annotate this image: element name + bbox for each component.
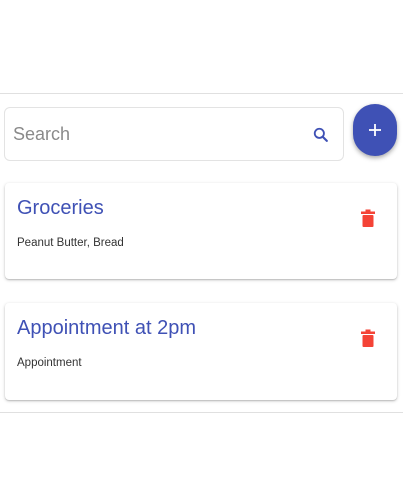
notes-screen: Groceries Peanut Butter, Bread Appointme… (0, 0, 403, 500)
plus-icon (369, 124, 381, 136)
bottom-divider (0, 412, 403, 413)
note-card[interactable]: Groceries Peanut Butter, Bread (5, 183, 397, 279)
search-input[interactable] (13, 123, 293, 145)
search-bar[interactable] (4, 107, 344, 161)
add-note-button[interactable] (353, 104, 397, 156)
note-body: Peanut Butter, Bread (17, 237, 124, 249)
trash-icon[interactable] (361, 329, 375, 347)
search-icon[interactable] (311, 125, 331, 145)
top-divider (0, 93, 403, 94)
note-body: Appointment (17, 357, 82, 369)
note-title: Appointment at 2pm (17, 317, 196, 339)
note-card[interactable]: Appointment at 2pm Appointment (5, 303, 397, 400)
note-title: Groceries (17, 197, 104, 219)
trash-icon[interactable] (361, 209, 375, 227)
